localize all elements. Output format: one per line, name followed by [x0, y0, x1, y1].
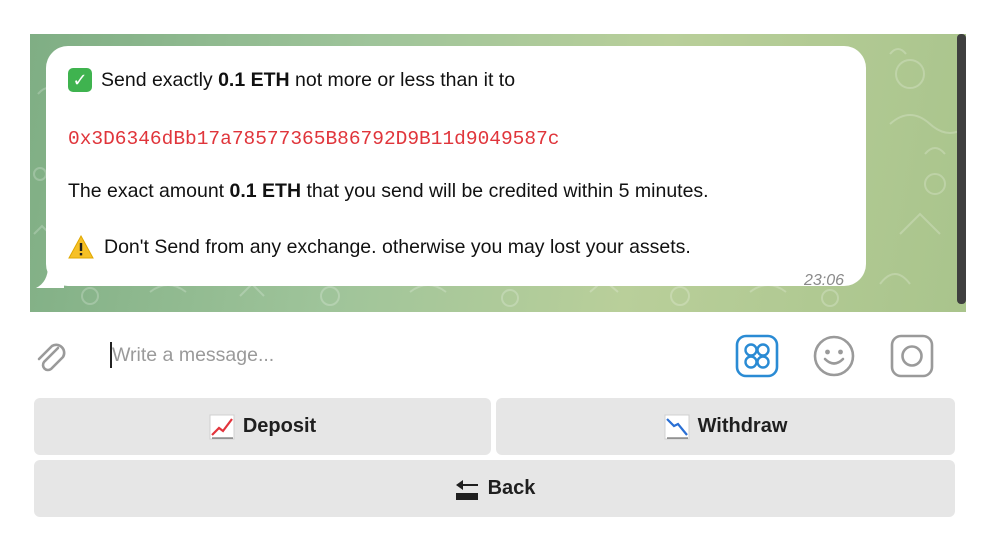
telegram-chat-window: ✓ Send exactly 0.1 ETH not more or less …: [0, 0, 1002, 549]
emoji-icon[interactable]: [812, 334, 856, 378]
line1-suffix: not more or less than it to: [289, 68, 516, 91]
chart-up-icon: [209, 414, 235, 439]
message-line-exact-amount: The exact amount 0.1 ETH that you send w…: [68, 180, 709, 203]
bot-commands-icon[interactable]: [735, 334, 779, 378]
message-line-send-exactly: ✓ Send exactly 0.1 ETH not more or less …: [68, 68, 515, 92]
line1-amount: 0.1 ETH: [218, 68, 290, 91]
chart-down-icon: [664, 414, 690, 439]
line3-suffix: that you send will be credited within 5 …: [301, 180, 709, 202]
chat-area[interactable]: ✓ Send exactly 0.1 ETH not more or less …: [30, 34, 966, 312]
line3-amount: 0.1 ETH: [229, 180, 302, 202]
withdraw-button[interactable]: Withdraw: [496, 398, 955, 455]
line1-prefix: Send exactly: [101, 68, 219, 91]
warning-icon: [68, 235, 94, 259]
back-arrow-icon: [455, 479, 478, 500]
message-line-warning: Don't Send from any exchange. otherwise …: [68, 235, 691, 259]
line3-prefix: The exact amount: [68, 180, 230, 202]
back-button[interactable]: Back: [34, 460, 955, 517]
deposit-button[interactable]: Deposit: [34, 398, 491, 455]
deposit-label: Deposit: [242, 415, 317, 437]
wallet-address[interactable]: 0x3D6346dBb17a78577365B86792D9B11d904958…: [68, 128, 559, 150]
check-mark-icon: ✓: [68, 68, 92, 92]
message-composer: [0, 318, 1002, 390]
message-bubble[interactable]: ✓ Send exactly 0.1 ETH not more or less …: [46, 46, 866, 289]
message-timestamp: 23:06: [803, 272, 844, 289]
line4-text: Don't Send from any exchange. otherwise …: [104, 235, 691, 258]
message-input[interactable]: [112, 338, 672, 372]
chat-scrollbar[interactable]: [957, 34, 966, 304]
camera-icon[interactable]: [890, 334, 934, 378]
back-label: Back: [487, 477, 536, 499]
paperclip-icon[interactable]: [30, 336, 70, 376]
withdraw-label: Withdraw: [697, 415, 788, 437]
